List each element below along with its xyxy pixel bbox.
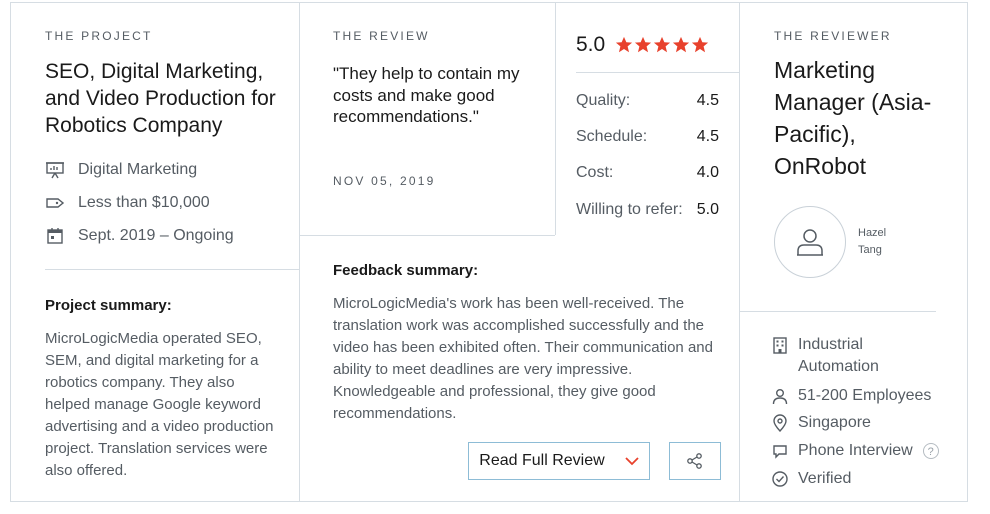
rating-value: 4.0 <box>696 164 719 181</box>
column-divider <box>299 3 300 501</box>
star-icon <box>673 36 690 53</box>
reviewer-location-label: Singapore <box>798 414 871 431</box>
avatar <box>774 206 846 278</box>
feedback-summary-label: Feedback summary: <box>333 262 479 279</box>
rating-schedule: Schedule: 4.5 <box>576 128 719 146</box>
reviewer-verified: Verified <box>771 468 851 490</box>
reviewer-location: Singapore <box>771 412 871 434</box>
reviewer-interview-type-label: Phone Interview <box>798 442 913 459</box>
share-icon <box>687 453 702 469</box>
feedback-summary-text: MicroLogicMedia's work has been well-rec… <box>333 295 713 422</box>
reviewer-first-name: Hazel <box>858 227 887 239</box>
reviewer-eyebrow: THE REVIEWER <box>774 29 892 43</box>
rating-value: 5.0 <box>696 201 719 218</box>
column-divider <box>739 3 740 501</box>
star-icon <box>616 36 633 53</box>
review-eyebrow: THE REVIEW <box>333 29 430 43</box>
check-circle-icon <box>772 471 788 487</box>
project-service-label: Digital Marketing <box>78 161 198 178</box>
rating-value: 4.5 <box>696 92 719 109</box>
project-budget-label: Less than $10,000 <box>78 194 210 211</box>
project-title: SEO, Digital Marketing, and Video Produc… <box>45 60 276 137</box>
chevron-down-icon <box>625 456 639 465</box>
rating-label: Schedule: <box>576 128 648 145</box>
rating-label: Quality: <box>576 92 631 109</box>
reviewer-industry-label: Industrial Automation <box>798 336 879 375</box>
price-tag-icon <box>46 198 65 208</box>
project-budget: Less than $10,000 <box>45 193 210 213</box>
reviewer-company-size: 51-200 Employees <box>771 385 931 407</box>
project-eyebrow: THE PROJECT <box>45 29 153 43</box>
divider <box>45 269 299 270</box>
ratings-divider <box>555 3 556 235</box>
overall-rating: 5.0 <box>576 33 710 57</box>
project-service: Digital Marketing <box>45 160 197 180</box>
divider <box>739 311 936 312</box>
rating-label: Willing to refer: <box>576 201 683 218</box>
reviewer-verified-label: Verified <box>798 470 852 487</box>
user-icon <box>797 229 823 256</box>
location-pin-icon <box>773 414 787 432</box>
presentation-icon <box>46 162 64 179</box>
rating-willing-to-refer: Willing to refer: 5.0 <box>576 201 719 219</box>
star-icon <box>635 36 652 53</box>
project-summary-label: Project summary: <box>45 297 172 314</box>
calendar-icon <box>47 228 63 244</box>
read-full-review-label: Read Full Review <box>479 452 605 469</box>
person-icon <box>772 389 788 405</box>
building-icon <box>773 337 787 354</box>
star-icon <box>654 36 671 53</box>
rating-label: Cost: <box>576 164 614 181</box>
divider <box>299 235 555 236</box>
project-timeline: Sept. 2019 – Ongoing <box>45 226 234 246</box>
rating-quality: Quality: 4.5 <box>576 92 719 110</box>
read-full-review-button[interactable]: Read Full Review <box>468 442 650 480</box>
reviewer-industry: Industrial Automation <box>771 334 921 378</box>
star-rating <box>615 36 710 54</box>
project-summary-text: MicroLogicMedia operated SEO, SEM, and d… <box>45 330 274 479</box>
reviewer-company-size-label: 51-200 Employees <box>798 387 932 404</box>
reviewer-name: Hazel Tang <box>858 225 918 259</box>
reviewer-interview-type: Phone Interview ? <box>771 440 939 462</box>
divider <box>576 72 739 73</box>
share-button[interactable] <box>669 442 721 480</box>
reviewer-title: Marketing Manager (Asia-Pacific), OnRobo… <box>774 57 932 179</box>
project-timeline-label: Sept. 2019 – Ongoing <box>78 227 234 244</box>
overall-rating-value: 5.0 <box>576 33 606 56</box>
review-date: NOV 05, 2019 <box>333 174 436 188</box>
review-quote: "They help to contain my costs and make … <box>333 64 520 126</box>
rating-cost: Cost: 4.0 <box>576 164 719 182</box>
rating-value: 4.5 <box>696 128 719 145</box>
star-icon <box>692 36 709 53</box>
reviewer-last-name: Tang <box>858 244 882 256</box>
help-icon[interactable]: ? <box>922 443 939 459</box>
review-card: THE PROJECT SEO, Digital Marketing, and … <box>10 2 968 502</box>
chat-bubble-icon <box>773 445 787 459</box>
